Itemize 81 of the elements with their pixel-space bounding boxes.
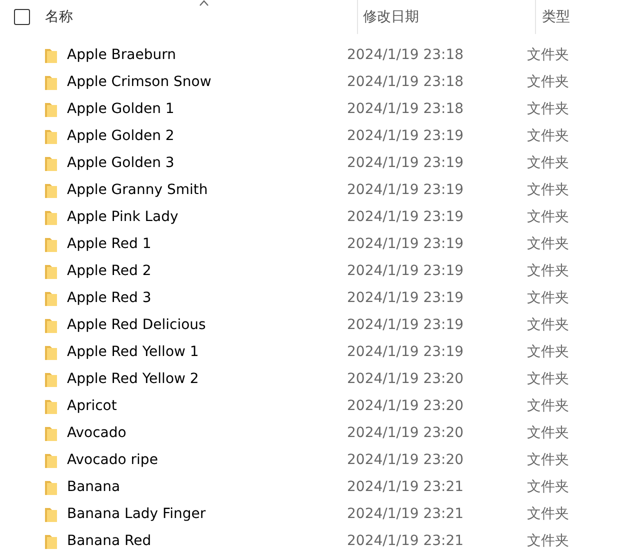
- folder-icon: [44, 74, 58, 90]
- file-type: 文件夹: [527, 397, 569, 416]
- file-type: 文件夹: [527, 451, 569, 470]
- folder-icon: [44, 506, 58, 522]
- file-name[interactable]: Banana: [67, 477, 347, 498]
- file-type: 文件夹: [527, 343, 569, 362]
- modified-date: 2024/1/19 23:19: [347, 316, 465, 335]
- modified-date: 2024/1/19 23:19: [347, 208, 465, 227]
- sort-caret-icon: [199, 0, 209, 6]
- modified-date: 2024/1/19 23:21: [347, 478, 465, 497]
- file-name[interactable]: Apple Red 3: [67, 288, 347, 309]
- file-type: 文件夹: [527, 181, 569, 200]
- column-header[interactable]: 修改日期: [363, 6, 419, 28]
- file-name[interactable]: Apple Granny Smith: [67, 180, 347, 201]
- file-name[interactable]: Avocado: [67, 423, 347, 444]
- folder-icon: [44, 398, 58, 414]
- file-name[interactable]: Apple Red 1: [67, 234, 347, 255]
- modified-date: 2024/1/19 23:19: [347, 154, 465, 173]
- file-name[interactable]: Apple Braeburn: [67, 45, 347, 66]
- file-name[interactable]: Apple Red Yellow 1: [67, 342, 347, 363]
- file-name[interactable]: Apple Golden 1: [67, 99, 347, 120]
- modified-date: 2024/1/19 23:20: [347, 451, 465, 470]
- modified-date: 2024/1/19 23:21: [347, 532, 465, 551]
- folder-icon: [44, 48, 58, 64]
- file-name[interactable]: Apple Pink Lady: [67, 207, 347, 228]
- file-type: 文件夹: [527, 424, 569, 443]
- folder-icon: [44, 372, 58, 388]
- modified-date: 2024/1/19 23:18: [347, 100, 465, 119]
- folder-icon: [44, 156, 58, 172]
- folder-icon: [44, 182, 58, 198]
- file-type: 文件夹: [527, 208, 569, 227]
- file-type: 文件夹: [527, 235, 569, 254]
- folder-icon: [44, 344, 58, 360]
- file-type: 文件夹: [527, 46, 569, 65]
- file-name[interactable]: Banana Lady Finger: [67, 504, 347, 525]
- modified-date: 2024/1/19 23:19: [347, 262, 465, 281]
- modified-date: 2024/1/19 23:18: [347, 46, 465, 65]
- file-type: 文件夹: [527, 262, 569, 281]
- column-header[interactable]: 名称: [45, 6, 73, 28]
- file-type: 文件夹: [527, 100, 569, 119]
- file-name[interactable]: Apple Red 2: [67, 261, 347, 282]
- file-type: 文件夹: [527, 289, 569, 308]
- file-name[interactable]: Apple Golden 2: [67, 126, 347, 147]
- folder-icon: [44, 426, 58, 442]
- column-header[interactable]: 类型: [542, 6, 570, 28]
- file-type: 文件夹: [527, 370, 569, 389]
- file-type: 文件夹: [527, 316, 569, 335]
- file-type: 文件夹: [527, 505, 569, 524]
- file-name[interactable]: Banana Red: [67, 531, 347, 552]
- modified-date: 2024/1/19 23:20: [347, 397, 465, 416]
- folder-icon: [44, 128, 58, 144]
- select-all-checkbox[interactable]: [14, 9, 30, 25]
- file-name[interactable]: Apple Crimson Snow: [67, 72, 347, 93]
- modified-date: 2024/1/19 23:19: [347, 343, 465, 362]
- folder-icon: [44, 210, 58, 226]
- folder-icon: [44, 318, 58, 334]
- modified-date: 2024/1/19 23:20: [347, 424, 465, 443]
- folder-icon: [44, 452, 58, 468]
- file-name[interactable]: Avocado ripe: [67, 450, 347, 471]
- modified-date: 2024/1/19 23:18: [347, 73, 465, 92]
- folder-icon: [44, 534, 58, 550]
- file-name[interactable]: Apple Red Delicious: [67, 315, 347, 336]
- modified-date: 2024/1/19 23:20: [347, 370, 465, 389]
- folder-icon: [44, 480, 58, 496]
- modified-date: 2024/1/19 23:19: [347, 235, 465, 254]
- modified-date: 2024/1/19 23:21: [347, 505, 465, 524]
- file-name[interactable]: Apple Golden 3: [67, 153, 347, 174]
- file-name[interactable]: Apricot: [67, 396, 347, 417]
- modified-date: 2024/1/19 23:19: [347, 127, 465, 146]
- folder-icon: [44, 290, 58, 306]
- file-type: 文件夹: [527, 154, 569, 173]
- folder-icon: [44, 236, 58, 252]
- folder-icon: [44, 102, 58, 118]
- modified-date: 2024/1/19 23:19: [347, 181, 465, 200]
- modified-date: 2024/1/19 23:19: [347, 289, 465, 308]
- file-name[interactable]: Apple Red Yellow 2: [67, 369, 347, 390]
- file-type: 文件夹: [527, 127, 569, 146]
- file-type: 文件夹: [527, 532, 569, 551]
- folder-icon: [44, 264, 58, 280]
- file-type: 文件夹: [527, 478, 569, 497]
- file-type: 文件夹: [527, 73, 569, 92]
